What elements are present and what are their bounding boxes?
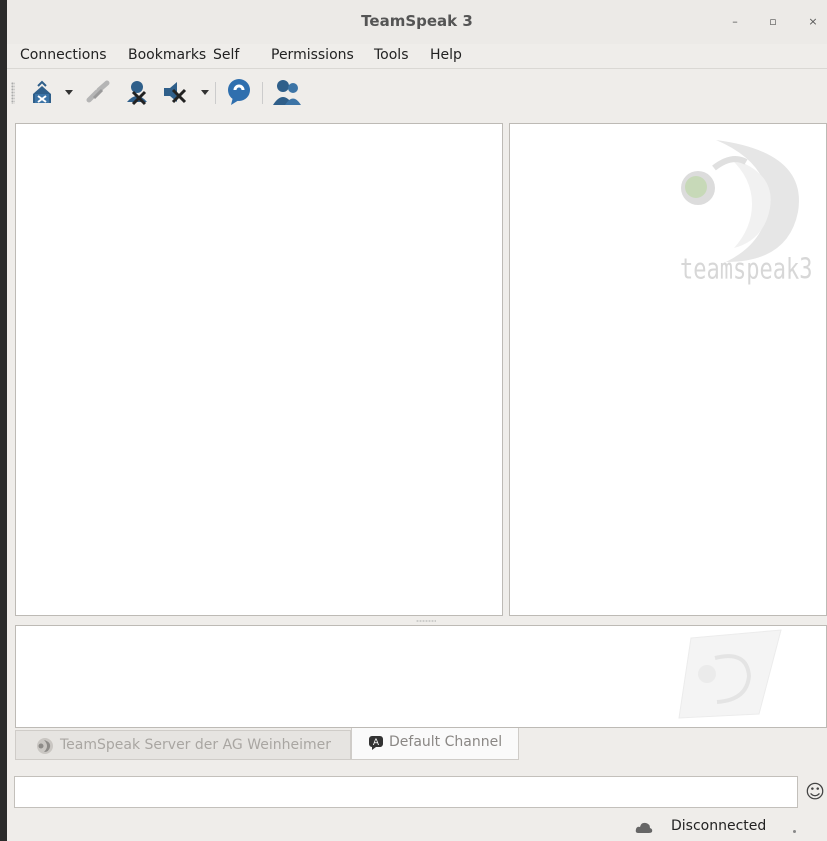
teamspeak-window: TeamSpeak 3 – ▫ × Connections Bookmarks … (7, 0, 827, 841)
chat-watermark-icon (678, 629, 782, 719)
horizontal-splitter[interactable] (416, 620, 436, 622)
info-panel: teamspeak3 (509, 123, 827, 616)
away-chat-icon (228, 79, 250, 105)
menu-self[interactable]: Self (213, 47, 239, 63)
cloud-status-icon (635, 822, 653, 833)
resize-grip[interactable] (793, 830, 796, 833)
menu-permissions[interactable]: Permissions (271, 47, 354, 63)
toolbar-grip[interactable] (11, 82, 15, 104)
minimize-button[interactable]: – (727, 14, 743, 30)
menu-connections[interactable]: Connections (20, 47, 107, 63)
maximize-button[interactable]: ▫ (765, 14, 781, 30)
chat-log-panel (15, 625, 827, 728)
contacts-icon (273, 80, 301, 105)
menu-tools[interactable]: Tools (374, 47, 409, 63)
menu-bookmarks[interactable]: Bookmarks (128, 47, 206, 63)
tab-default-channel[interactable]: A Default Channel (351, 728, 519, 760)
svg-text:A: A (373, 738, 380, 748)
tab-server[interactable]: TeamSpeak Server der AG Weinheimer (15, 730, 351, 760)
away-button[interactable] (223, 77, 255, 107)
tab-server-label: TeamSpeak Server der AG Weinheimer (60, 737, 332, 753)
window-title: TeamSpeak 3 (361, 12, 473, 30)
contacts-button[interactable] (271, 77, 303, 107)
title-bar[interactable]: TeamSpeak 3 – ▫ × (7, 0, 827, 44)
emoji-button[interactable]: ☺ (804, 781, 826, 803)
mute-speakers-button[interactable] (161, 78, 217, 106)
server-tree-panel[interactable] (15, 123, 503, 616)
connect-icon (33, 80, 73, 103)
connect-button[interactable] (29, 78, 77, 106)
mute-microphone-button[interactable] (121, 78, 151, 106)
chat-input[interactable] (14, 776, 798, 808)
toolbar-separator-2 (262, 82, 263, 104)
server-icon (37, 738, 53, 754)
tab-channel-label: Default Channel (389, 734, 503, 750)
disconnect-button[interactable] (85, 78, 113, 106)
menu-bar: Connections Bookmarks Self Permissions T… (7, 44, 827, 69)
mute-microphone-icon (127, 81, 147, 106)
close-button[interactable]: × (805, 14, 821, 30)
connection-status: Disconnected (671, 818, 767, 834)
toolbar-separator (215, 82, 216, 104)
mute-speakers-icon (164, 82, 209, 104)
logo-text: teamspeak3 (680, 254, 813, 287)
menu-help[interactable]: Help (430, 47, 462, 63)
channel-icon: A (369, 736, 383, 750)
disconnect-icon (86, 80, 110, 103)
